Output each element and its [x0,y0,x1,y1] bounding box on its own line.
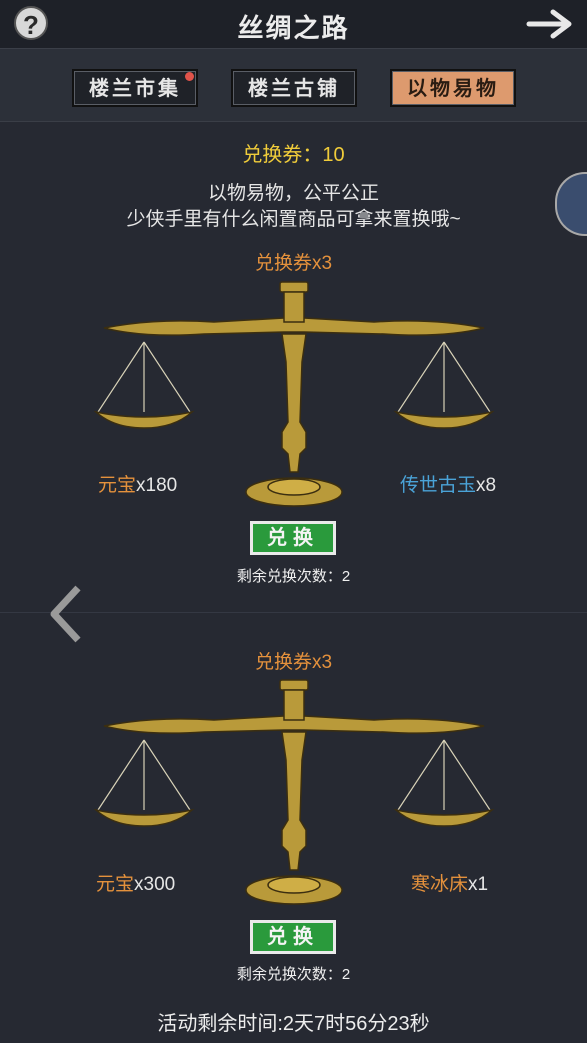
arrow-right-icon[interactable] [525,4,577,44]
tab-label: 以物易物 [407,76,499,100]
right-item: 传世古玉x8 [400,470,496,497]
chevron-left-icon[interactable] [48,584,84,644]
item-name: 寒冰床 [411,874,469,895]
item-qty: x300 [134,874,176,895]
divider [0,612,587,613]
tab-label: 楼兰古铺 [248,76,340,100]
item-name: 元宝 [98,475,137,496]
event-timer: 活动剩余时间:2天7时56分23秒 [157,1013,430,1035]
tab-label: 楼兰市集 [89,76,181,100]
item-qty: x180 [136,475,178,496]
exchange-button[interactable]: 兑换 [250,521,336,555]
top-bar: ? 丝绸之路 [0,0,587,49]
left-item: 元宝x180 [98,470,177,497]
item-name: 元宝 [96,874,135,895]
remaining-count: 剩余兑换次数：2 [236,966,351,983]
tab-loulan-market[interactable]: 楼兰市集 [72,69,198,107]
voucher-count: 兑换券：10 [242,144,345,166]
notification-dot [185,72,194,81]
description-line-2: 少侠手里有什么闲置商品可拿来置换哦~ [126,209,461,230]
right-item: 寒冰床x1 [411,869,488,896]
tab-bar: 楼兰市集 楼兰古铺 以物易物 [0,49,587,122]
page-title: 丝绸之路 [237,14,350,44]
left-item: 元宝x300 [96,869,175,896]
tab-barter[interactable]: 以物易物 [390,69,516,107]
description-line-1: 以物易物，公平公正 [207,183,379,204]
trade-cost: 兑换券x3 [254,253,333,274]
item-name: 传世古玉 [400,475,477,496]
tab-loulan-shop[interactable]: 楼兰古铺 [231,69,357,107]
exchange-button[interactable]: 兑换 [250,920,336,954]
item-qty: x8 [476,475,497,496]
remaining-count: 剩余兑换次数：2 [236,568,351,585]
item-qty: x1 [468,874,489,895]
